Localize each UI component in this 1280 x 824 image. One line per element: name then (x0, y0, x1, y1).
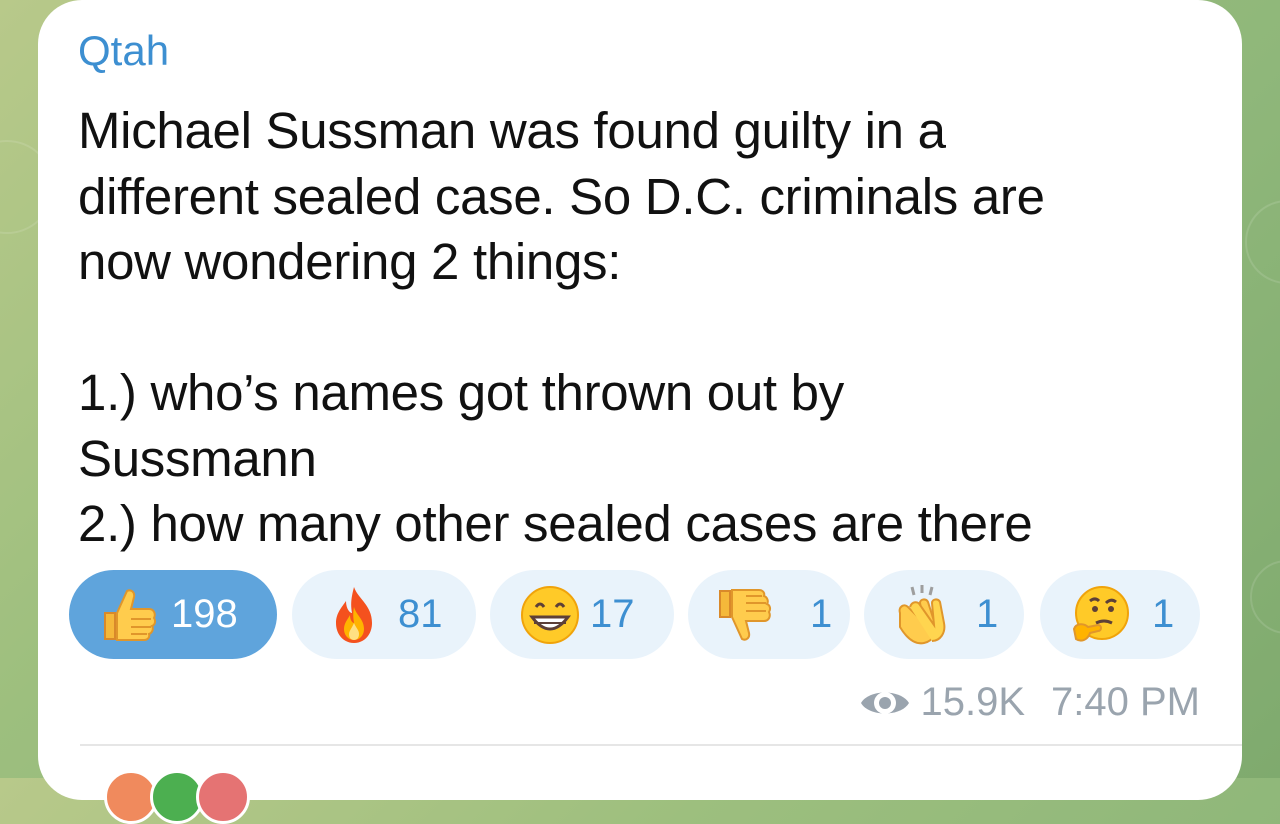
reaction-count: 1 (976, 592, 999, 636)
avatar (196, 770, 250, 824)
reaction-count: 81 (398, 592, 443, 636)
reaction-count: 17 (590, 592, 635, 636)
views-eye-icon (859, 683, 911, 723)
divider (80, 744, 1242, 746)
background-doodle (1250, 560, 1280, 634)
message-text: Michael Sussman was found guilty in a di… (78, 102, 1045, 552)
comment-avatars[interactable] (104, 770, 250, 824)
message-meta: 15.9K 7:40 PM (859, 680, 1200, 725)
reaction-count: 1 (810, 592, 833, 636)
clapping-hands-icon (890, 583, 954, 647)
reaction-thumbs-down[interactable]: 1 (688, 570, 850, 659)
reaction-grinning-face[interactable]: 17 (490, 570, 674, 659)
reaction-count: 1 (1152, 592, 1175, 636)
reaction-clapping-hands[interactable]: 1 (864, 570, 1024, 659)
grinning-face-icon (518, 583, 582, 647)
reaction-count: 198 (171, 592, 238, 636)
background-doodle (1245, 200, 1280, 284)
views-count: 15.9K (920, 680, 1026, 724)
reaction-fire[interactable]: 81 (292, 570, 476, 659)
reaction-thumbs-up[interactable]: 198 (69, 570, 277, 659)
message-time: 7:40 PM (1051, 680, 1200, 724)
sender-name[interactable]: Qtah (78, 26, 169, 76)
thinking-face-icon (1068, 583, 1132, 647)
thumbs-down-icon (712, 583, 776, 647)
reactions-bar: 198 81 17 1 1 1 (69, 570, 1200, 659)
thumbs-up-icon (97, 583, 161, 647)
fire-icon (322, 583, 386, 647)
reaction-thinking-face[interactable]: 1 (1040, 570, 1200, 659)
